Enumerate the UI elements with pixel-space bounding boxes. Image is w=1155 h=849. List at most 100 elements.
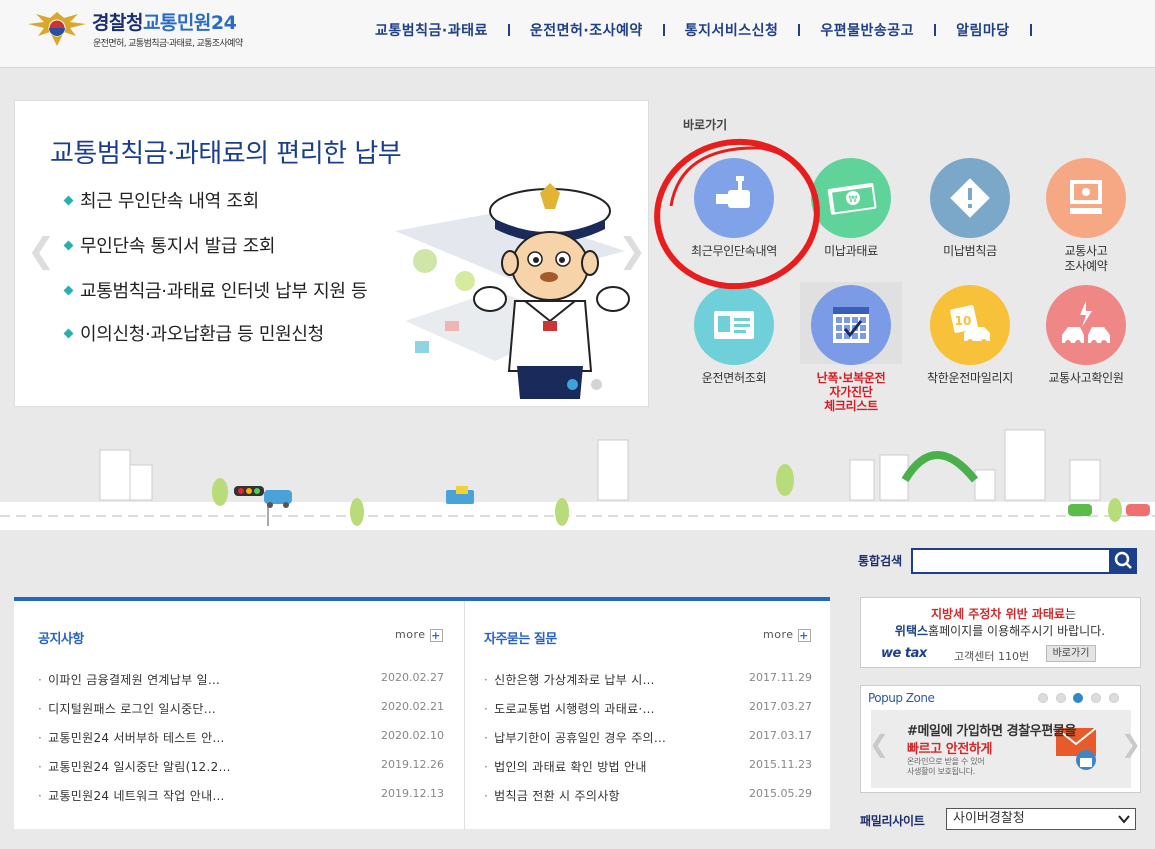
nav-fines[interactable]: 교통범칙금·과태료 (375, 20, 488, 40)
quick-circle (930, 158, 1010, 238)
svg-text:₩: ₩ (849, 195, 858, 205)
faq-row-date: 2015.11.23 (749, 758, 812, 771)
faq-row[interactable]: 범칙금 전환 시 주의사항 2015.05.29 (484, 787, 812, 807)
faq-row-date: 2017.11.29 (749, 671, 812, 684)
banner-prev-arrow-icon[interactable]: ❮ (27, 231, 56, 271)
site-title[interactable]: 경찰청교통민원24 (92, 8, 237, 35)
banner-indicator-2[interactable] (591, 379, 602, 390)
quick-unpaid-penalty[interactable]: 미납범칙금 (915, 158, 1025, 259)
faq-title: 자주묻는 질문 (484, 632, 557, 647)
wetax-logo: we tax (881, 646, 927, 661)
money-icon: ₩ (827, 183, 877, 215)
police-mascot-illustration (395, 183, 630, 399)
nav-notification[interactable]: 통지서비스신청 (685, 20, 779, 40)
search-icon (1114, 551, 1132, 569)
notice-more-button[interactable]: more + (395, 628, 443, 642)
wetax-go-button[interactable]: 바로가기 (1046, 645, 1096, 662)
popup-next-arrow-icon[interactable]: ❯ (1121, 730, 1141, 758)
quick-recent-enforcement[interactable]: 최근무인단속내역 (679, 158, 789, 259)
wetax-line2-rest: 홈페이지를 이용해주시기 바랍니다. (928, 624, 1106, 638)
quick-label: 착한운전마일리지 (927, 371, 1013, 385)
notice-row[interactable]: 교통민원24 일시중단 알림(12.2… 2019.12.26 (38, 758, 444, 778)
notice-row[interactable]: 교통민원24 서버부하 테스트 안… 2020.02.10 (38, 729, 444, 749)
popup-prev-arrow-icon[interactable]: ❮ (869, 730, 889, 758)
nav-separator (507, 24, 510, 36)
popup-zone: Popup Zone #메일에 가입하면 경찰우편물을 빠르고 안전하게 온라인… (860, 685, 1141, 793)
quick-license-lookup[interactable]: 운전면허조회 (679, 285, 789, 386)
banner-bullet: 최근 무인단속 내역 조회 (65, 187, 259, 213)
popup-indicator-5[interactable] (1109, 693, 1119, 703)
quick-circle (811, 285, 891, 365)
nav-returned-mail[interactable]: 우편물반송공고 (820, 20, 914, 40)
notice-title: 공지사항 (38, 632, 84, 647)
search-button[interactable] (1110, 548, 1137, 574)
faq-row[interactable]: 도로교통법 시행령의 과태료·… 2017.03.27 (484, 700, 812, 720)
quick-label: 운전면허조회 (701, 371, 767, 385)
notice-row-title: 교통민원24 서버부하 테스트 안… (38, 729, 225, 749)
quick-links-label: 바로가기 (683, 118, 728, 132)
nav-separator (798, 24, 801, 36)
notice-row-title: 이파인 금융결제원 연계납부 일… (38, 671, 220, 691)
banner-next-arrow-icon[interactable]: ❯ (618, 231, 647, 271)
faq-row-title: 법인의 과태료 확인 방법 안내 (484, 758, 647, 778)
family-site-select[interactable]: 사이버경찰청 (946, 808, 1136, 830)
faq-row[interactable]: 신한은행 가상계좌로 납부 시… 2017.11.29 (484, 671, 812, 691)
popup-indicator-1[interactable] (1038, 693, 1048, 703)
quick-good-driving-mileage[interactable]: 10 착한운전마일리지 (915, 285, 1025, 386)
quick-accident-certificate[interactable]: 교통사고확인원 (1031, 285, 1141, 386)
faq-more-button[interactable]: more + (763, 628, 811, 642)
quick-label: 교통사고확인원 (1048, 371, 1124, 385)
wetax-line1-highlight: 지방세 주정차 위반 과태료 (930, 607, 1065, 621)
wetax-banner[interactable]: 지방세 주정차 위반 과태료는 위택스홈페이지를 이용해주시기 바랍니다. we… (860, 597, 1141, 668)
notice-row[interactable]: 이파인 금융결제원 연계납부 일… 2020.02.27 (38, 671, 444, 691)
faq-more-label: more (763, 628, 794, 641)
popup-slide-line1: #메일에 가입하면 경찰우편물을 (907, 724, 1077, 739)
wetax-line1-rest: 는 (1064, 607, 1077, 621)
notice-section: 공지사항 more+ 이파인 금융결제원 연계납부 일… 2020.02.27 디… (38, 601, 444, 829)
notice-row-title: 교통민원24 네트워크 작업 안내… (38, 787, 225, 807)
notice-row-date: 2020.02.27 (381, 671, 444, 684)
notice-row-date: 2020.02.10 (381, 729, 444, 742)
police-emblem-icon[interactable] (24, 8, 90, 48)
popup-indicator-4[interactable] (1091, 693, 1101, 703)
popup-indicator-3[interactable] (1073, 693, 1083, 703)
nav-license[interactable]: 운전면허·조사예약 (530, 20, 643, 40)
quick-label: 난폭·보복운전 자가진단 체크리스트 (816, 371, 886, 413)
quick-circle (1046, 285, 1126, 365)
faq-row[interactable]: 납부기한이 공휴일인 경우 주의… 2017.03.17 (484, 729, 812, 749)
main-nav: 교통범칙금·과태료 운전면허·조사예약 통지서비스신청 우편물반송공고 알림마당 (375, 20, 1052, 40)
quick-reckless-driving-checklist[interactable]: 난폭·보복운전 자가진단 체크리스트 (796, 285, 906, 413)
faq-row[interactable]: 법인의 과태료 확인 방법 안내 2015.11.23 (484, 758, 812, 778)
chevron-down-icon (1118, 815, 1130, 824)
notice-row-date: 2019.12.26 (381, 758, 444, 771)
faq-row-date: 2015.05.29 (749, 787, 812, 800)
quick-unpaid-fines[interactable]: ₩ 미납과태료 (796, 158, 906, 259)
popup-zone-title: Popup Zone (868, 691, 935, 705)
notice-row[interactable]: 교통민원24 네트워크 작업 안내… 2019.12.13 (38, 787, 444, 807)
nav-notice-board[interactable]: 알림마당 (956, 20, 1010, 40)
car-crash-icon (1062, 301, 1110, 346)
nav-separator (662, 24, 665, 36)
banner-title: 교통범칙금·과태료의 편리한 납부 (50, 139, 402, 169)
popup-slide-line4: 사생활이 보호됩니다. (907, 767, 976, 776)
quick-label: 미납과태료 (824, 244, 878, 258)
main-banner[interactable]: 교통범칙금·과태료의 편리한 납부 최근 무인단속 내역 조회 무인단속 통지서… (14, 100, 649, 407)
search-input[interactable] (911, 548, 1111, 574)
wetax-line2-bold: 위택스 (894, 624, 929, 638)
wetax-line1: 지방세 주정차 위반 과태료는 (871, 605, 1136, 622)
site-title-service: 교통민원24 (142, 12, 237, 34)
site-title-police: 경찰청 (92, 12, 143, 34)
quick-label: 교통사고 조사예약 (1064, 244, 1108, 273)
plus-icon: + (429, 628, 443, 642)
quick-accident-reservation[interactable]: 교통사고 조사예약 (1031, 158, 1141, 274)
warning-icon (950, 178, 990, 218)
wetax-line2: 위택스홈페이지를 이용해주시기 바랍니다. (865, 622, 1135, 639)
notice-row[interactable]: 디지털원패스 로그인 일시중단… 2020.02.21 (38, 700, 444, 720)
city-skyline-illustration (0, 429, 1155, 530)
banner-indicator-1[interactable] (567, 379, 578, 390)
quick-circle (694, 285, 774, 365)
camera-icon (716, 176, 750, 208)
nav-separator (1029, 24, 1032, 36)
popup-indicator-2[interactable] (1056, 693, 1066, 703)
notice-row-date: 2019.12.13 (381, 787, 444, 800)
